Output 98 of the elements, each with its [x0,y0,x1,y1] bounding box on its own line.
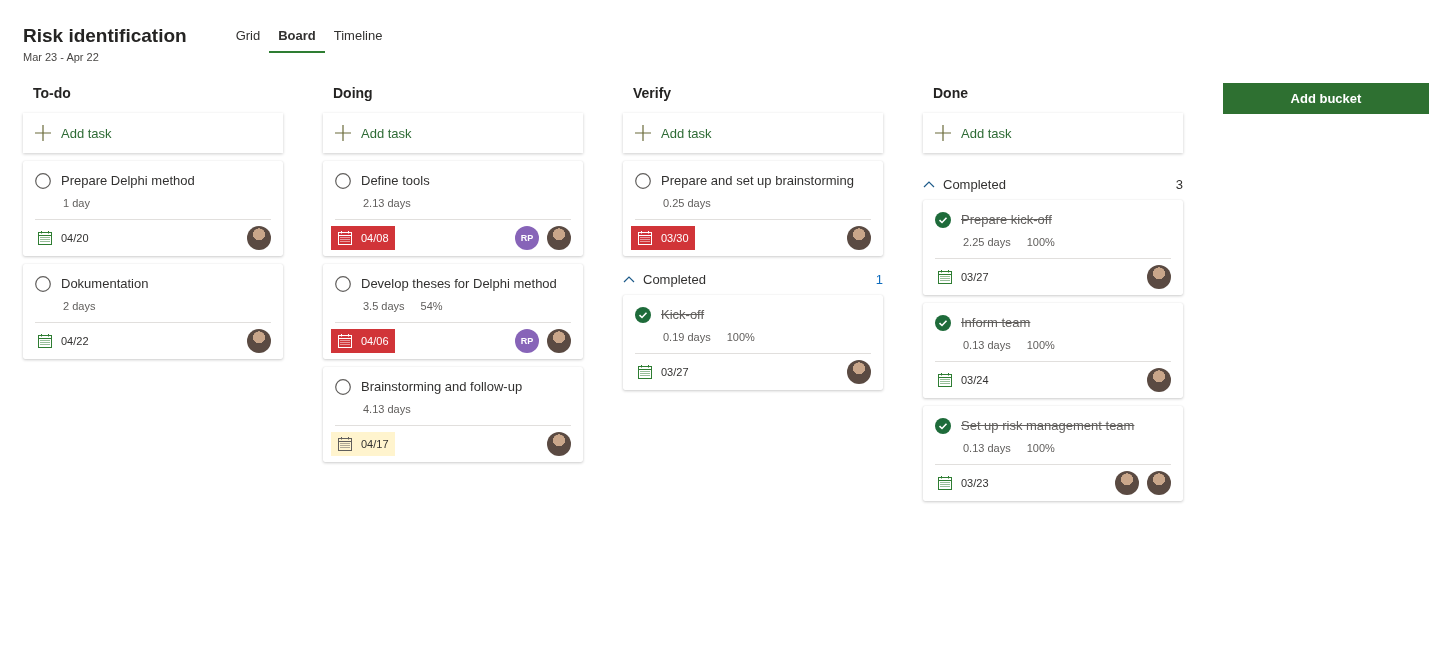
avatar-photo[interactable] [547,329,571,353]
checkmark-icon[interactable] [935,418,951,434]
task-duration: 0.13 days [963,442,1011,454]
calendar-icon [637,364,653,380]
view-tab[interactable]: Grid [226,26,270,53]
task-card[interactable]: Prepare and set up brainstorming 0.25 days 03/30 [623,161,883,256]
calendar-icon [937,475,953,491]
completed-toggle[interactable]: Completed 1 [623,272,883,287]
view-tab[interactable]: Timeline [324,26,392,53]
checkbox-circle-icon[interactable] [335,276,351,292]
date-range: Mar 23 - Apr 22 [23,51,100,63]
task-title: Dokumentation [61,275,149,293]
checkbox-circle-icon[interactable] [35,276,51,292]
avatar-initials[interactable]: RP [515,329,539,353]
avatar-photo[interactable] [1147,265,1171,289]
add-task-button[interactable]: Add task [623,113,883,153]
task-duration: 0.25 days [663,197,711,209]
bucket-title: Done [932,84,969,103]
task-card[interactable]: Prepare Delphi method 1 day 04/20 [23,161,283,256]
avatar-initials[interactable]: RP [515,226,539,250]
completed-toggle[interactable]: Completed 3 [923,177,1183,192]
avatar-photo[interactable] [1147,368,1171,392]
calendar-icon [337,333,353,349]
calendar-icon [637,230,653,246]
calendar-icon [937,372,953,388]
bucket-title: Doing [332,84,374,103]
plus-icon [935,125,951,141]
bucket-title: Verify [632,84,673,103]
task-duration: 2.25 days [963,236,1011,248]
task-title: Inform team [961,314,1031,332]
due-date: 03/24 [935,369,993,391]
plan-title: Risk identification [23,24,187,48]
percent-complete: 54% [420,300,443,312]
task-duration: 3.5 days [363,300,405,312]
task-duration: 2 days [63,300,96,312]
due-date: 04/06 [331,329,395,353]
task-card[interactable]: Dokumentation 2 days 04/22 [23,264,283,359]
due-date: 04/22 [35,330,93,352]
avatar-photo[interactable] [847,360,871,384]
plus-icon [335,125,351,141]
due-date: 03/30 [631,226,695,250]
plus-icon [635,125,651,141]
avatar-photo[interactable] [247,226,271,250]
task-duration: 4.13 days [363,403,411,415]
task-card[interactable]: Develop theses for Delphi method 3.5 days 54% 04/06 RP [323,264,583,359]
due-date: 04/17 [331,432,395,456]
task-title: Prepare Delphi method [61,172,195,190]
add-bucket-button[interactable]: Add bucket [1223,83,1429,114]
checkbox-circle-icon[interactable] [635,173,651,189]
percent-complete: 100% [1026,339,1055,351]
task-duration: 1 day [63,197,90,209]
percent-complete: 100% [726,331,755,343]
checkbox-circle-icon[interactable] [335,173,351,189]
checkmark-icon[interactable] [935,315,951,331]
task-card[interactable]: Inform team 0.13 days 100% 03/24 [923,303,1183,398]
task-duration: 2.13 days [363,197,411,209]
due-date: 03/27 [935,266,993,288]
task-title: Brainstorming and follow-up [361,378,523,396]
task-card[interactable]: Prepare kick-off 2.25 days 100% 03/27 [923,200,1183,295]
checkmark-icon[interactable] [635,307,651,323]
task-card[interactable]: Kick-off 0.19 days 100% 03/27 [623,295,883,390]
task-title: Develop theses for Delphi method [361,275,557,293]
avatar-photo[interactable] [1115,471,1139,495]
calendar-icon [937,269,953,285]
add-task-button[interactable]: Add task [23,113,283,153]
plus-icon [35,125,51,141]
checkmark-icon[interactable] [935,212,951,228]
due-date: 04/08 [331,226,395,250]
avatar-photo[interactable] [547,226,571,250]
task-title: Prepare kick-off [961,211,1052,229]
task-card[interactable]: Define tools 2.13 days 04/08 RP [323,161,583,256]
avatar-photo[interactable] [847,226,871,250]
view-tab[interactable]: Board [269,26,325,53]
add-task-button[interactable]: Add task [323,113,583,153]
task-title: Define tools [361,172,430,190]
task-title: Kick-off [661,306,705,324]
checkbox-circle-icon[interactable] [35,173,51,189]
task-card[interactable]: Brainstorming and follow-up 4.13 days 04/17 [323,367,583,462]
add-task-button[interactable]: Add task [923,113,1183,153]
avatar-photo[interactable] [547,432,571,456]
due-date: 04/20 [35,227,93,249]
avatar-photo[interactable] [247,329,271,353]
due-date: 03/23 [935,472,993,494]
percent-complete: 100% [1026,442,1055,454]
task-duration: 0.13 days [963,339,1011,351]
task-title: Prepare and set up brainstorming [661,172,854,190]
calendar-icon [37,230,53,246]
calendar-icon [37,333,53,349]
checkbox-circle-icon[interactable] [335,379,351,395]
task-card[interactable]: Set up risk management team 0.13 days 100% 03/23 [923,406,1183,501]
avatar-photo[interactable] [1147,471,1171,495]
due-date: 03/27 [635,361,693,383]
calendar-icon [337,436,353,452]
bucket-title: To-do [32,84,72,103]
percent-complete: 100% [1026,236,1055,248]
calendar-icon [337,230,353,246]
task-duration: 0.19 days [663,331,711,343]
task-title: Set up risk management team [961,417,1135,435]
